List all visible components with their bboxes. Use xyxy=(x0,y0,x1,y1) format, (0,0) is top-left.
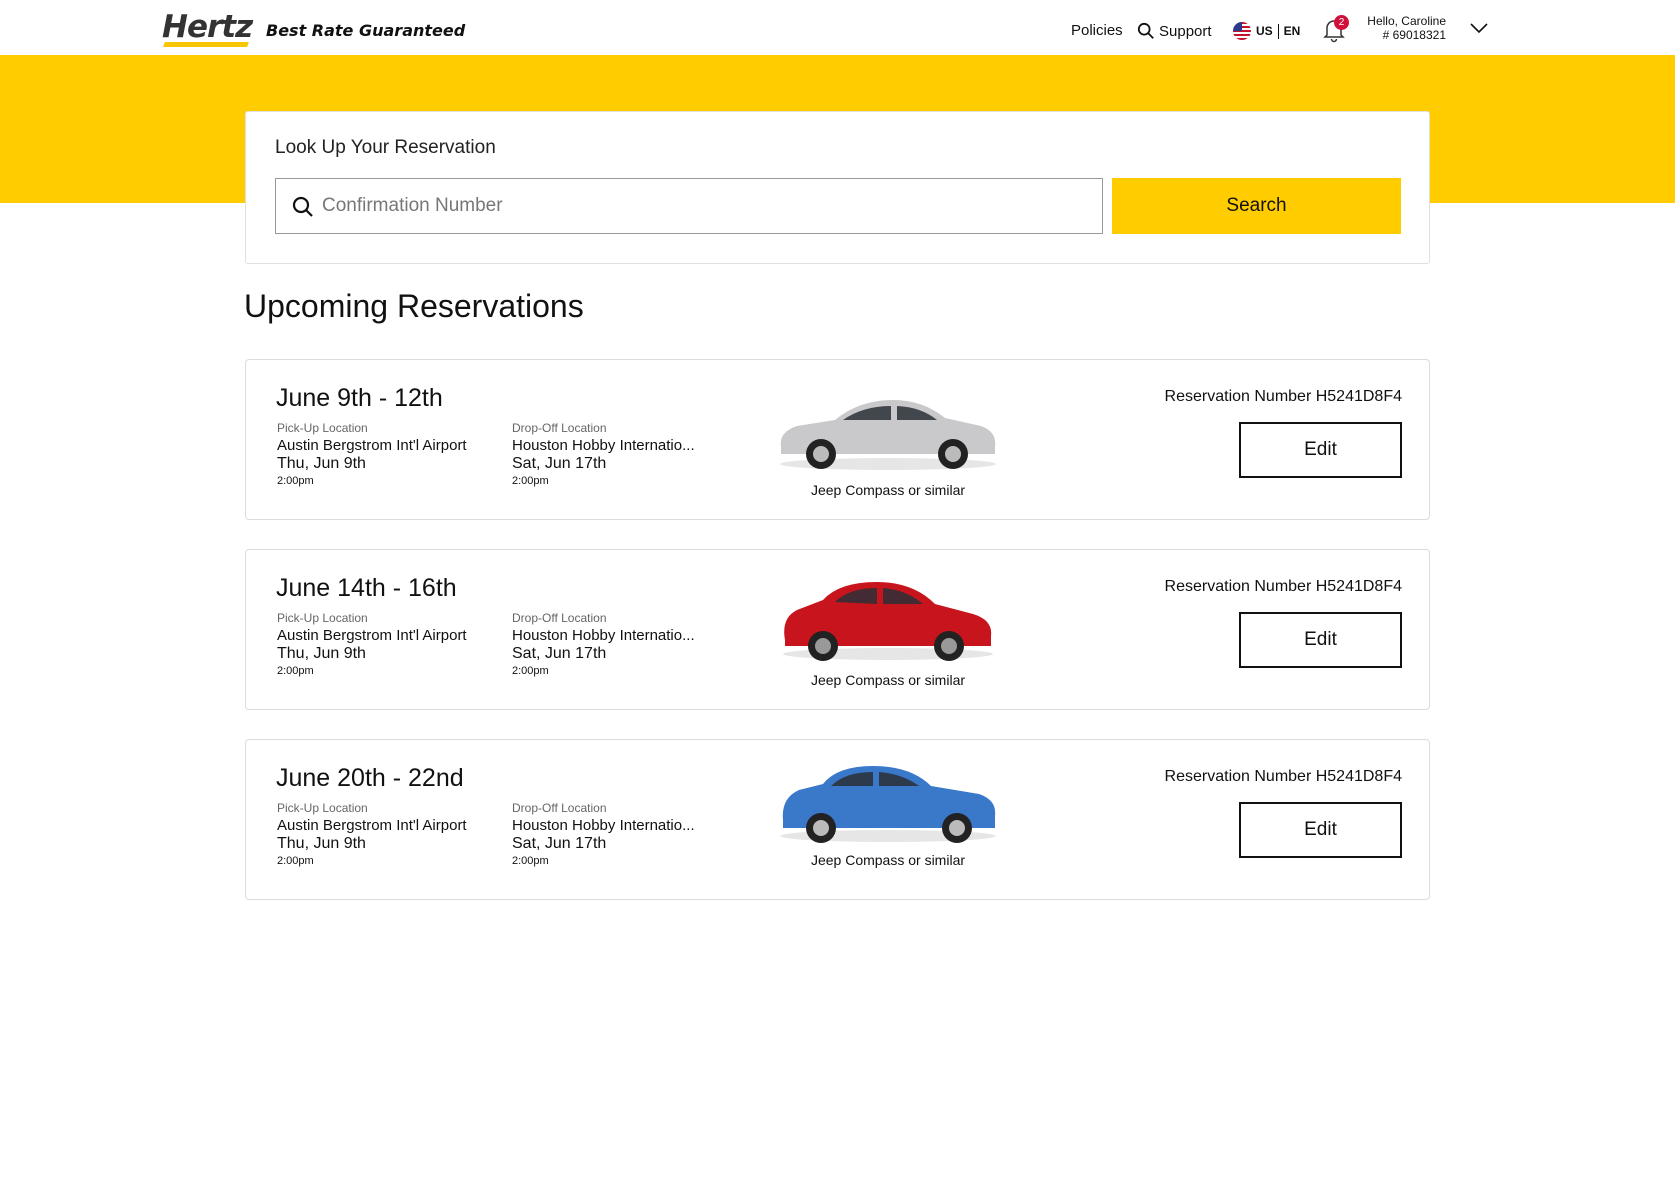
dropoff-location: Houston Hobby Internatio... xyxy=(512,627,695,644)
pickup-date: Thu, Jun 9th xyxy=(277,645,366,662)
lookup-card: Look Up Your Reservation Search xyxy=(245,111,1430,264)
pickup-location: Austin Bergstrom Int'l Airport xyxy=(277,627,467,644)
logo-text: Hertz xyxy=(162,9,253,45)
pickup-label: Pick-Up Location xyxy=(277,801,368,815)
dropoff-info: Drop-Off Location Houston Hobby Internat… xyxy=(512,610,695,680)
dropoff-date: Sat, Jun 17th xyxy=(512,645,607,662)
logo-underline xyxy=(163,42,249,47)
dropoff-location: Houston Hobby Internatio... xyxy=(512,817,695,834)
dropoff-date: Sat, Jun 17th xyxy=(512,835,607,852)
dropoff-label: Drop-Off Location xyxy=(512,801,607,815)
car-image xyxy=(780,400,996,470)
dropoff-date: Sat, Jun 17th xyxy=(512,455,607,472)
pickup-date: Thu, Jun 9th xyxy=(277,835,366,852)
edit-reservation-button[interactable]: Edit xyxy=(1239,802,1402,858)
pickup-date: Thu, Jun 9th xyxy=(277,455,366,472)
pickup-location: Austin Bergstrom Int'l Airport xyxy=(277,437,467,454)
reservation-number: Reservation Number H5241D8F4 xyxy=(1164,578,1402,595)
pickup-info: Pick-Up Location Austin Bergstrom Int'l … xyxy=(277,610,467,680)
search-icon xyxy=(1137,22,1154,39)
dropoff-time: 2:00pm xyxy=(512,855,549,867)
pickup-time: 2:00pm xyxy=(277,475,314,487)
top-header: Hertz Best Rate Guaranteed Policies Supp… xyxy=(0,0,1675,55)
user-greeting: Hello, Caroline xyxy=(1367,14,1446,28)
language-selector[interactable]: US EN xyxy=(1233,22,1300,40)
user-menu[interactable]: Hello, Caroline # 69018321 xyxy=(1338,14,1446,42)
edit-reservation-button[interactable]: Edit xyxy=(1239,612,1402,668)
policies-link[interactable]: Policies xyxy=(1071,22,1123,39)
dropoff-time: 2:00pm xyxy=(512,475,549,487)
support-label: Support xyxy=(1159,22,1212,40)
pickup-label: Pick-Up Location xyxy=(277,421,368,435)
dropoff-label: Drop-Off Location xyxy=(512,421,607,435)
chevron-down-icon[interactable] xyxy=(1469,18,1489,38)
lookup-title: Look Up Your Reservation xyxy=(275,137,496,158)
confirmation-number-input[interactable] xyxy=(322,179,1092,233)
search-icon xyxy=(292,196,313,217)
dropoff-info: Drop-Off Location Houston Hobby Internat… xyxy=(512,420,695,490)
car-image xyxy=(780,766,996,843)
reservation-dates: June 14th - 16th xyxy=(276,574,457,602)
reservation-dates: June 9th - 12th xyxy=(276,384,443,412)
hertz-logo[interactable]: Hertz xyxy=(162,10,254,48)
car-caption: Jeep Compass or similar xyxy=(810,672,966,688)
tagline: Best Rate Guaranteed xyxy=(266,21,466,40)
edit-reservation-button[interactable]: Edit xyxy=(1239,422,1402,478)
upcoming-reservations-title: Upcoming Reservations xyxy=(244,288,584,324)
reservation-number: Reservation Number H5241D8F4 xyxy=(1164,388,1402,405)
reservation-card: June 20th - 22nd Pick-Up Location Austin… xyxy=(245,739,1430,900)
car-caption: Jeep Compass or similar xyxy=(810,482,966,498)
dropoff-time: 2:00pm xyxy=(512,665,549,677)
pickup-time: 2:00pm xyxy=(277,855,314,867)
search-button[interactable]: Search xyxy=(1112,178,1401,234)
reservation-card: June 9th - 12th Pick-Up Location Austin … xyxy=(245,359,1430,520)
dropoff-location: Houston Hobby Internatio... xyxy=(512,437,695,454)
dropoff-info: Drop-Off Location Houston Hobby Internat… xyxy=(512,800,695,870)
reservation-dates: June 20th - 22nd xyxy=(276,764,464,792)
us-flag-icon xyxy=(1233,22,1251,40)
country-code: US xyxy=(1256,24,1273,38)
pickup-info: Pick-Up Location Austin Bergstrom Int'l … xyxy=(277,800,467,870)
pickup-label: Pick-Up Location xyxy=(277,611,368,625)
dropoff-label: Drop-Off Location xyxy=(512,611,607,625)
pickup-location: Austin Bergstrom Int'l Airport xyxy=(277,817,467,834)
confirmation-search-box[interactable] xyxy=(275,178,1103,234)
support-link[interactable]: Support xyxy=(1137,22,1212,40)
lang-divider xyxy=(1277,23,1279,39)
reservation-card: June 14th - 16th Pick-Up Location Austin… xyxy=(245,549,1430,710)
car-caption: Jeep Compass or similar xyxy=(810,852,966,868)
reservation-number: Reservation Number H5241D8F4 xyxy=(1164,768,1402,785)
pickup-time: 2:00pm xyxy=(277,665,314,677)
member-number: # 69018321 xyxy=(1382,28,1446,42)
car-image xyxy=(783,582,993,661)
pickup-info: Pick-Up Location Austin Bergstrom Int'l … xyxy=(277,420,467,490)
language-code: EN xyxy=(1283,24,1301,38)
